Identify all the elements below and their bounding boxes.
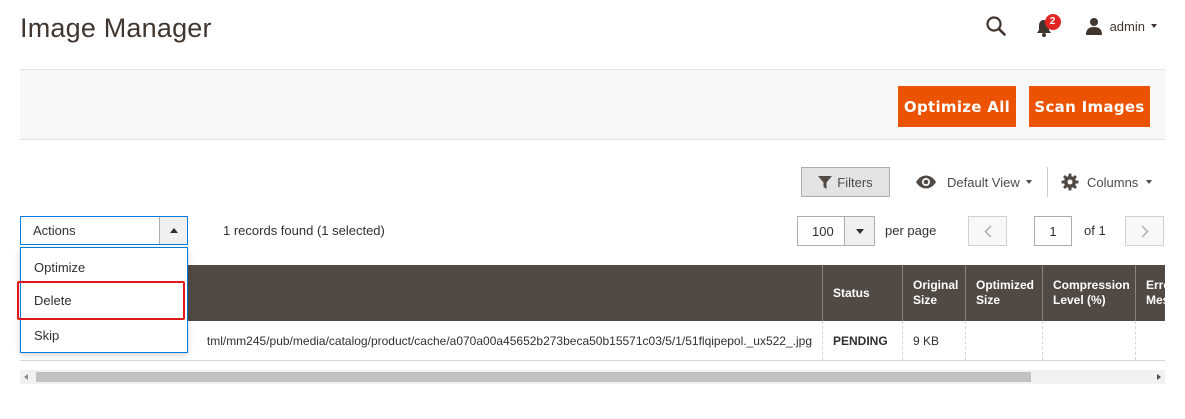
scroll-right-arrow-icon[interactable] — [1157, 374, 1161, 380]
records-found-text: 1 records found (1 selected) — [223, 223, 385, 238]
column-header-error-message[interactable]: Erro Mes — [1135, 265, 1165, 321]
mass-actions-menu: Optimize Delete Skip — [20, 247, 188, 353]
scan-images-button[interactable]: Scan Images — [1029, 86, 1150, 127]
column-header-compression-level[interactable]: Compression Level (%) — [1042, 265, 1135, 321]
per-page-toggle[interactable] — [844, 217, 874, 245]
images-grid: Status Original Size Optimized Size Comp… — [20, 265, 1165, 361]
original-size-cell: 9 KB — [902, 321, 965, 360]
mass-actions-toggle[interactable] — [159, 217, 187, 244]
filters-button[interactable]: Filters — [801, 167, 890, 197]
filter-icon — [818, 175, 833, 189]
grid-header: Status Original Size Optimized Size Comp… — [20, 265, 1165, 321]
user-name: admin — [1109, 18, 1145, 34]
per-page-label: per page — [885, 223, 937, 238]
horizontal-scrollbar[interactable] — [20, 370, 1165, 384]
filters-label: Filters — [837, 174, 873, 190]
columns-dropdown[interactable]: Columns — [1061, 167, 1153, 197]
scroll-left-arrow-icon[interactable] — [24, 374, 28, 380]
eye-icon — [916, 175, 936, 189]
status-cell: PENDING — [822, 321, 902, 360]
default-view-label: Default View — [947, 174, 1020, 190]
column-header-status[interactable]: Status — [822, 265, 902, 321]
menu-item-delete[interactable]: Delete — [21, 285, 187, 315]
chevron-down-icon — [1025, 180, 1032, 184]
menu-item-skip[interactable]: Skip — [21, 320, 187, 350]
optimize-all-button[interactable]: Optimize All — [898, 86, 1016, 127]
chevron-up-icon — [170, 228, 178, 233]
next-page-button[interactable] — [1125, 216, 1164, 246]
user-menu[interactable]: admin — [1085, 17, 1157, 35]
search-icon[interactable] — [985, 15, 1007, 37]
previous-page-button[interactable] — [968, 216, 1007, 246]
per-page-select[interactable]: 100 — [797, 216, 875, 246]
column-header-original-size[interactable]: Original Size — [902, 265, 965, 321]
chevron-down-icon — [1151, 24, 1157, 28]
mass-actions-select[interactable]: Actions — [20, 216, 188, 245]
chevron-right-icon — [1140, 224, 1149, 238]
default-view-dropdown[interactable]: Default View — [915, 167, 1032, 197]
menu-item-optimize[interactable]: Optimize — [21, 252, 187, 282]
optimized-size-cell — [965, 321, 1042, 360]
compression-level-cell — [1042, 321, 1135, 360]
error-message-cell — [1135, 321, 1165, 360]
current-page-input[interactable] — [1034, 216, 1072, 246]
mass-actions-label: Actions — [33, 223, 76, 238]
page-actions-bar: Optimize All Scan Images — [20, 69, 1165, 140]
chevron-left-icon — [983, 224, 992, 238]
scrollbar-thumb[interactable] — [36, 372, 1031, 382]
page-title: Image Manager — [20, 13, 212, 43]
header-actions: 2 admin — [985, 14, 1157, 38]
column-header-optimized-size[interactable]: Optimized Size — [965, 265, 1042, 321]
total-pages-label: of 1 — [1084, 223, 1106, 238]
notification-badge: 2 — [1044, 14, 1061, 30]
user-icon — [1085, 18, 1102, 35]
table-row[interactable]: tml/mm245/pub/media/catalog/product/cach… — [20, 321, 1165, 361]
columns-label: Columns — [1087, 174, 1139, 190]
notifications-button[interactable]: 2 — [1035, 14, 1061, 37]
per-page-value: 100 — [812, 224, 834, 239]
toolbar-divider — [1047, 167, 1048, 197]
chevron-down-icon — [856, 229, 864, 234]
chevron-down-icon — [1146, 180, 1153, 184]
gear-icon — [1061, 173, 1079, 191]
